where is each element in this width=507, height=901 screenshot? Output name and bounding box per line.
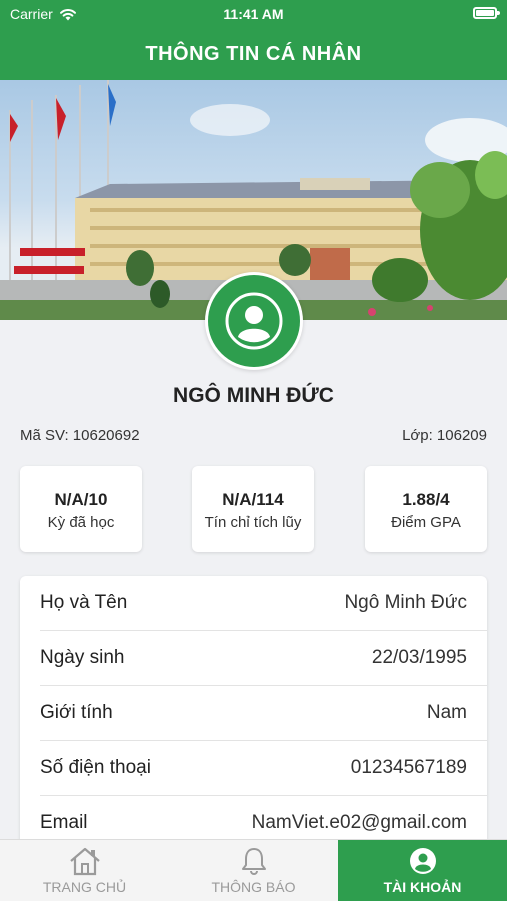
info-value: Ngô Minh Đức	[344, 592, 467, 613]
stat-value: N/A/114	[222, 490, 284, 509]
stat-label: Tín chỉ tích lũy	[204, 514, 302, 531]
page-title: THÔNG TIN CÁ NHÂN	[145, 42, 362, 65]
clock: 11:41 AM	[223, 6, 284, 22]
info-row-phone: Số điện thoại 01234567189	[40, 741, 487, 796]
class-code: Lớp: 106209	[402, 427, 487, 444]
info-value: Nam	[426, 702, 467, 723]
student-id: Mã SV: 10620692	[20, 427, 140, 444]
tab-label: THÔNG BÁO	[211, 879, 296, 895]
tab-bar: TRANG CHỦ THÔNG BÁO TÀI KHOẢN	[0, 839, 507, 901]
info-label: Giới tính	[40, 702, 113, 723]
account-icon	[408, 846, 438, 876]
info-row-gender: Giới tính Nam	[40, 686, 487, 741]
home-icon	[68, 846, 102, 876]
stat-card-semesters: N/A/10 Kỳ đã học	[20, 466, 142, 552]
tab-home[interactable]: TRANG CHỦ	[0, 840, 169, 901]
info-row-full-name: Họ và Tên Ngô Minh Đức	[40, 576, 487, 631]
stat-label: Điểm GPA	[391, 514, 461, 531]
info-label: Họ và Tên	[40, 592, 128, 613]
info-label: Email	[40, 812, 88, 833]
avatar[interactable]	[205, 272, 303, 370]
personal-info-card: Họ và Tên Ngô Minh Đức Ngày sinh 22/03/1…	[20, 576, 487, 856]
status-bar: Carrier 11:41 AM	[0, 0, 507, 28]
info-value: 01234567189	[350, 757, 467, 778]
info-row-birthdate: Ngày sinh 22/03/1995	[40, 631, 487, 686]
tab-notifications[interactable]: THÔNG BÁO	[169, 840, 338, 901]
battery-icon	[473, 7, 500, 19]
stat-value: N/A/10	[54, 490, 108, 509]
info-label: Số điện thoại	[40, 757, 151, 778]
nav-bar: THÔNG TIN CÁ NHÂN	[0, 28, 507, 80]
stat-label: Kỳ đã học	[47, 514, 115, 531]
info-label: Ngày sinh	[40, 647, 125, 668]
info-value: NamViet.e02@gmail.com	[251, 812, 467, 833]
stat-card-credits: N/A/114 Tín chỉ tích lũy	[192, 466, 314, 552]
student-name: NGÔ MINH ĐỨC	[173, 384, 334, 407]
user-icon	[225, 292, 283, 350]
tab-label: TÀI KHOẢN	[383, 879, 462, 895]
avatar-circle	[208, 275, 300, 367]
stat-card-gpa: 1.88/4 Điểm GPA	[365, 466, 487, 552]
bell-icon	[239, 846, 269, 876]
info-value: 22/03/1995	[371, 647, 467, 668]
tab-label: TRANG CHỦ	[42, 879, 127, 895]
tab-account[interactable]: TÀI KHOẢN	[338, 840, 507, 901]
stat-value: 1.88/4	[402, 490, 450, 509]
